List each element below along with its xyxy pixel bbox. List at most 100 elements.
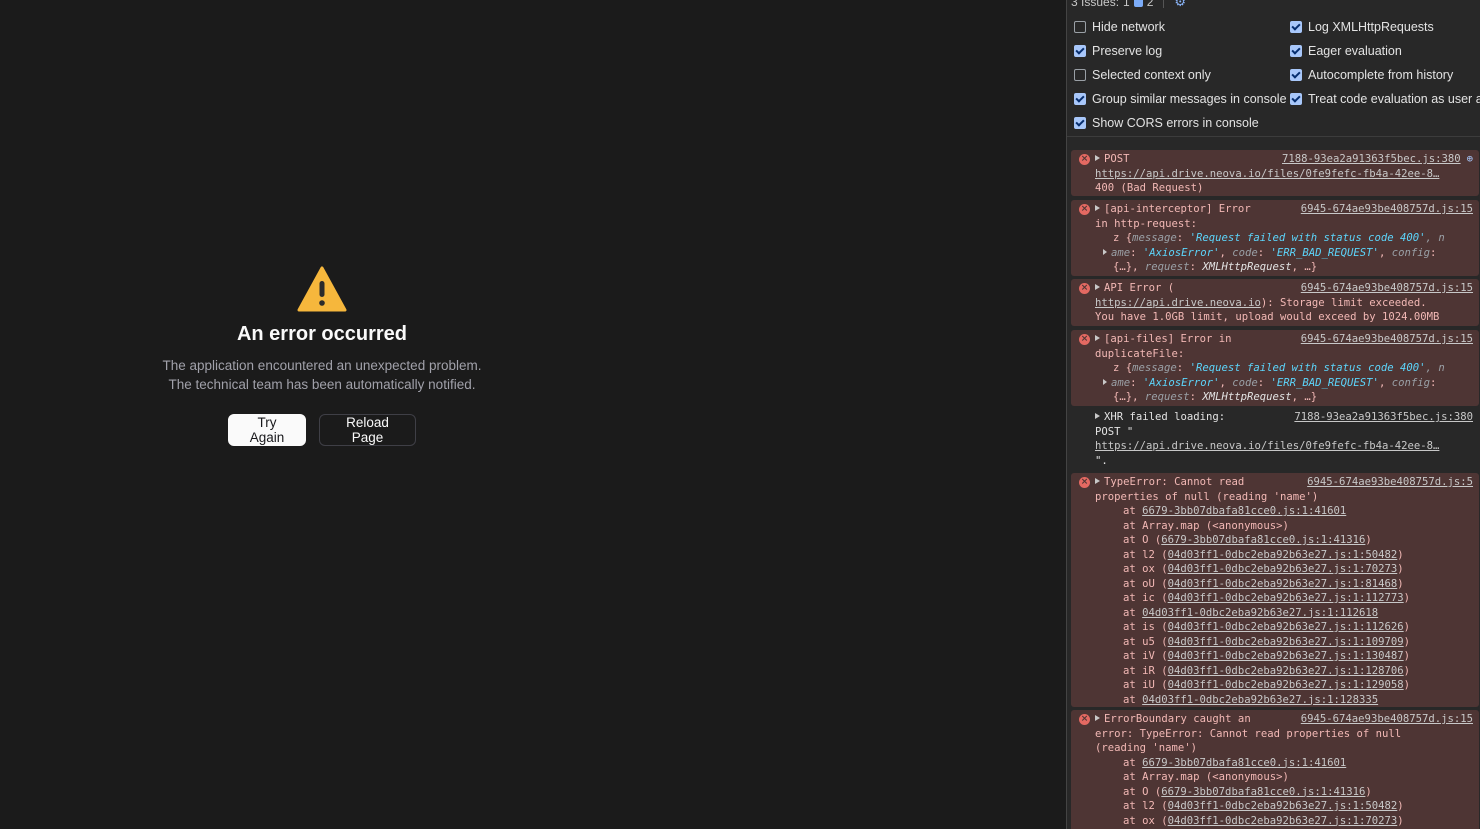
expand-triangle-icon[interactable] bbox=[1103, 248, 1107, 255]
object-value: {…} bbox=[1113, 261, 1133, 273]
stack-frame-text: at l2 ( bbox=[1123, 548, 1168, 561]
stack-frame-text: at ic ( bbox=[1123, 592, 1168, 604]
console-message-error[interactable]: × 6945-674ae93be408757d.js:15 API Error … bbox=[1071, 279, 1479, 326]
stack-frame-text: at u5 ( bbox=[1123, 635, 1168, 648]
expand-triangle-icon[interactable] bbox=[1095, 335, 1100, 341]
expand-triangle-icon[interactable] bbox=[1095, 413, 1100, 419]
source-link[interactable]: 6945-674ae93be408757d.js:15 bbox=[1301, 332, 1473, 347]
object-key: message bbox=[1132, 362, 1177, 374]
stack-frame: at iV (04d03ff1-0dbc2eba92b63e27.js:1:13… bbox=[1095, 649, 1473, 664]
stack-frame-link[interactable]: 04d03ff1-0dbc2eba92b63e27.js:1:81468 bbox=[1168, 578, 1398, 590]
request-url-link[interactable]: https://api.drive.neova.io/files/0fe9fef… bbox=[1095, 168, 1439, 180]
console-message-error[interactable]: × 6945-674ae93be408757d.js:15 [api-files… bbox=[1071, 330, 1479, 406]
message-text: [api-interceptor] Error bbox=[1104, 203, 1251, 215]
setting-eager-evaluation[interactable]: Eager evaluation bbox=[1290, 39, 1402, 63]
checkbox[interactable] bbox=[1290, 21, 1302, 33]
stack-frame-link[interactable]: 04d03ff1-0dbc2eba92b63e27.js:1:70273 bbox=[1168, 815, 1398, 827]
error-message: The application encountered an unexpecte… bbox=[162, 358, 482, 392]
source-link[interactable]: 6945-674ae93be408757d.js:15 bbox=[1301, 281, 1473, 296]
stack-frame-link[interactable]: 04d03ff1-0dbc2eba92b63e27.js:1:128335 bbox=[1142, 694, 1378, 706]
expand-triangle-icon[interactable] bbox=[1095, 478, 1100, 484]
setting-log-xhr[interactable]: Log XMLHttpRequests bbox=[1290, 15, 1434, 39]
request-url-link[interactable]: https://api.drive.neova.io/files/0fe9fef… bbox=[1095, 440, 1439, 452]
stack-frame-link[interactable]: 04d03ff1-0dbc2eba92b63e27.js:1:129058 bbox=[1168, 679, 1404, 691]
message-status: 400 (Bad Request) bbox=[1095, 182, 1204, 194]
gear-icon[interactable]: ⚙ bbox=[1174, 0, 1186, 10]
source-link[interactable]: 6945-674ae93be408757d.js:15 bbox=[1301, 712, 1473, 727]
stack-frame-text: at ox ( bbox=[1123, 814, 1168, 827]
stack-frame-text: ) bbox=[1397, 800, 1404, 812]
stack-frame-link[interactable]: 04d03ff1-0dbc2eba92b63e27.js:1:112773 bbox=[1168, 592, 1404, 604]
object-suffix: …} bbox=[1304, 391, 1318, 403]
console-message-error[interactable]: × ⊕ 7188-93ea2a91363f5bec.js:380 POST ht… bbox=[1071, 150, 1479, 196]
stack-frame-text: ) bbox=[1403, 650, 1411, 662]
checkbox[interactable] bbox=[1074, 21, 1086, 33]
object-value: 'ERR_BAD_REQUEST' bbox=[1270, 376, 1379, 389]
setting-hide-network[interactable]: Hide network bbox=[1074, 15, 1165, 39]
error-object-preview[interactable]: {…}, request: XMLHttpRequest, …} bbox=[1095, 260, 1473, 275]
setting-show-cors[interactable]: Show CORS errors in console bbox=[1074, 111, 1259, 135]
stack-frame-link[interactable]: 04d03ff1-0dbc2eba92b63e27.js:1:128706 bbox=[1168, 665, 1404, 677]
stack-frame-link[interactable]: 04d03ff1-0dbc2eba92b63e27.js:1:130487 bbox=[1168, 650, 1404, 662]
stack-frame-text: at iV ( bbox=[1123, 650, 1168, 662]
stack-frame-link[interactable]: 04d03ff1-0dbc2eba92b63e27.js:1:112618 bbox=[1142, 607, 1378, 619]
object-key: request bbox=[1144, 391, 1190, 403]
setting-group-similar[interactable]: Group similar messages in console bbox=[1074, 87, 1287, 111]
issues-bar[interactable]: 3 Issues: 1 2 ⚙ bbox=[1067, 0, 1480, 269]
object-value: 'Request failed with status code 400' bbox=[1189, 362, 1426, 374]
console-message-error[interactable]: × 6945-674ae93be408757d.js:15 [api-inter… bbox=[1071, 200, 1479, 276]
source-link[interactable]: 7188-93ea2a91363f5bec.js:380 bbox=[1282, 152, 1461, 167]
stack-frame: at iU (04d03ff1-0dbc2eba92b63e27.js:1:12… bbox=[1095, 678, 1473, 693]
stack-frame-link[interactable]: 04d03ff1-0dbc2eba92b63e27.js:1:109709 bbox=[1168, 636, 1404, 648]
stack-frame-link[interactable]: 6679-3bb07dbafa81cce0.js:1:41316 bbox=[1161, 786, 1365, 798]
checkbox[interactable] bbox=[1074, 117, 1086, 129]
source-link[interactable]: 7188-93ea2a91363f5bec.js:380 bbox=[1294, 410, 1473, 425]
console-message-error[interactable]: × 6945-674ae93be408757d.js:15 ErrorBound… bbox=[1071, 710, 1479, 829]
stack-trace: at 6679-3bb07dbafa81cce0.js:1:41601 at Ar… bbox=[1095, 504, 1473, 707]
checkbox[interactable] bbox=[1074, 93, 1086, 105]
source-link[interactable]: 6945-674ae93be408757d.js:5 bbox=[1307, 475, 1473, 490]
error-object-preview[interactable]: {…}, request: XMLHttpRequest, …} bbox=[1095, 390, 1473, 405]
error-icon: × bbox=[1079, 477, 1090, 488]
stack-frame-link[interactable]: 04d03ff1-0dbc2eba92b63e27.js:1:50482 bbox=[1168, 800, 1398, 812]
object-key: config bbox=[1391, 246, 1430, 259]
expand-triangle-icon[interactable] bbox=[1095, 205, 1100, 211]
checkbox[interactable] bbox=[1290, 93, 1302, 105]
checkbox[interactable] bbox=[1290, 45, 1302, 57]
api-url-link[interactable]: https://api.drive.neova.io bbox=[1095, 297, 1261, 309]
network-request-icon[interactable]: ⊕ bbox=[1467, 152, 1473, 167]
console-message-info[interactable]: 7188-93ea2a91363f5bec.js:380 XHR failed … bbox=[1071, 408, 1479, 470]
stack-frame-link[interactable]: 6679-3bb07dbafa81cce0.js:1:41316 bbox=[1161, 534, 1365, 546]
error-object-preview[interactable]: z {message: 'Request failed with status … bbox=[1095, 231, 1473, 246]
checkbox[interactable] bbox=[1074, 45, 1086, 57]
stack-frame-text: at iR ( bbox=[1123, 664, 1168, 677]
console-log[interactable]: × ⊕ 7188-93ea2a91363f5bec.js:380 POST ht… bbox=[1067, 136, 1480, 829]
message-text: ): Storage limit exceeded. bbox=[1260, 296, 1427, 309]
setting-autocomplete-history[interactable]: Autocomplete from history bbox=[1290, 63, 1453, 87]
stack-frame-link[interactable]: 6679-3bb07dbafa81cce0.js:1:41601 bbox=[1142, 757, 1346, 769]
stack-frame-link[interactable]: 04d03ff1-0dbc2eba92b63e27.js:1:112626 bbox=[1168, 621, 1404, 633]
object-key: request bbox=[1144, 261, 1190, 273]
stack-frame-link[interactable]: 04d03ff1-0dbc2eba92b63e27.js:1:70273 bbox=[1168, 563, 1398, 575]
stack-frame-link[interactable]: 04d03ff1-0dbc2eba92b63e27.js:1:50482 bbox=[1168, 549, 1398, 561]
stack-frame-link[interactable]: 6679-3bb07dbafa81cce0.js:1:41601 bbox=[1142, 505, 1346, 517]
setting-preserve-log[interactable]: Preserve log bbox=[1074, 39, 1162, 63]
checkbox[interactable] bbox=[1290, 69, 1302, 81]
expand-triangle-icon[interactable] bbox=[1095, 715, 1100, 721]
error-object-preview[interactable]: z {message: 'Request failed with status … bbox=[1095, 361, 1473, 376]
object-key: config bbox=[1391, 376, 1430, 389]
console-message-error[interactable]: × 6945-674ae93be408757d.js:5 TypeError: … bbox=[1071, 473, 1479, 707]
reload-page-button[interactable]: Reload Page bbox=[319, 414, 416, 446]
setting-treat-code-eval[interactable]: Treat code evaluation as user acti bbox=[1290, 87, 1480, 111]
error-object-preview[interactable]: ame: 'AxiosError', code: 'ERR_BAD_REQUES… bbox=[1095, 376, 1473, 391]
stack-frame: at 6679-3bb07dbafa81cce0.js:1:41601 bbox=[1095, 756, 1473, 771]
expand-triangle-icon[interactable] bbox=[1095, 284, 1100, 290]
try-again-button[interactable]: Try Again bbox=[228, 414, 306, 446]
source-link[interactable]: 6945-674ae93be408757d.js:15 bbox=[1301, 202, 1473, 217]
expand-triangle-icon[interactable] bbox=[1103, 378, 1107, 385]
expand-triangle-icon[interactable] bbox=[1095, 155, 1100, 161]
stack-frame-text: at is ( bbox=[1123, 621, 1168, 633]
checkbox[interactable] bbox=[1074, 69, 1086, 81]
error-object-preview[interactable]: ame: 'AxiosError', code: 'ERR_BAD_REQUES… bbox=[1095, 246, 1473, 261]
setting-selected-context-only[interactable]: Selected context only bbox=[1074, 63, 1211, 87]
